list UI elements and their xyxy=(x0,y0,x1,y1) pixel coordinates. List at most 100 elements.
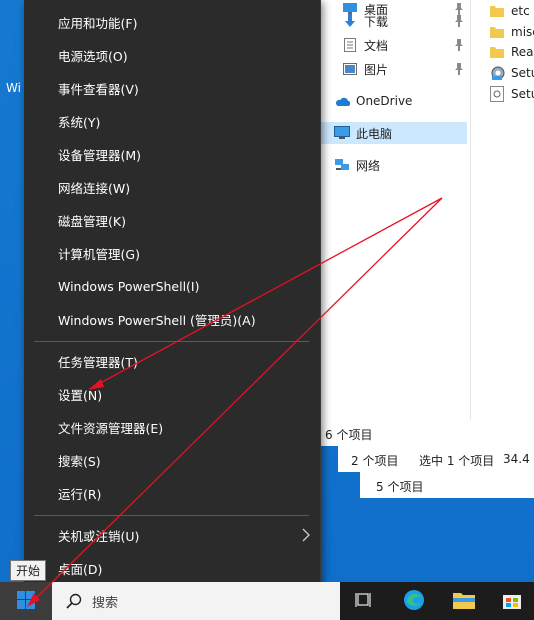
nav-this-pc[interactable]: 此电脑 xyxy=(320,122,467,144)
taskbar: 搜索 xyxy=(0,582,534,620)
menu-item-label: 文件资源管理器(E) xyxy=(58,421,164,436)
menu-item-powershell[interactable]: Windows PowerShell(I) xyxy=(24,270,320,303)
folder-icon xyxy=(490,3,506,19)
menu-separator xyxy=(34,515,309,516)
nav-label: 文档 xyxy=(364,38,389,53)
download-arrow-icon xyxy=(342,13,358,29)
menu-item-settings[interactable]: 设置(N) xyxy=(24,378,320,411)
menu-item-label: 搜索(S) xyxy=(58,454,101,469)
file-name: etc xyxy=(511,4,530,18)
edge-icon xyxy=(403,589,425,614)
nav-downloads[interactable]: 下载 xyxy=(342,10,470,32)
menu-item-label: Windows PowerShell (管理员)(A) xyxy=(58,313,256,328)
menu-item-power-options[interactable]: 电源选项(O) xyxy=(24,39,320,72)
edge-button[interactable] xyxy=(392,582,436,620)
nav-onedrive[interactable]: OneDrive xyxy=(334,90,470,112)
menu-item-search[interactable]: 搜索(S) xyxy=(24,444,320,477)
task-view-button[interactable] xyxy=(342,582,386,620)
menu-item-shutdown-signout[interactable]: 关机或注销(U) xyxy=(24,519,320,552)
menu-item-label: 任务管理器(T) xyxy=(58,355,138,370)
status-item-count: 5 个项目 xyxy=(376,480,424,494)
menu-item-label: 桌面(D) xyxy=(58,562,103,577)
file-explorer-icon xyxy=(453,591,475,612)
menu-item-task-manager[interactable]: 任务管理器(T) xyxy=(24,345,320,378)
start-button[interactable] xyxy=(0,582,52,620)
file-explorer-button[interactable] xyxy=(442,582,486,620)
desktop-icon-label[interactable]: Wi xyxy=(6,81,21,95)
menu-item-desktop[interactable]: 桌面(D) xyxy=(24,552,320,585)
menu-item-run[interactable]: 运行(R) xyxy=(24,477,320,510)
cloud-icon xyxy=(334,93,350,109)
file-name: Read xyxy=(511,45,534,59)
file-item[interactable]: misc xyxy=(490,22,534,42)
menu-item-label: 电源选项(O) xyxy=(58,49,128,64)
menu-item-file-explorer[interactable]: 文件资源管理器(E) xyxy=(24,411,320,444)
pin-icon xyxy=(454,63,464,75)
menu-item-label: 关机或注销(U) xyxy=(58,529,140,544)
menu-item-label: 系统(Y) xyxy=(58,115,101,130)
nav-pictures[interactable]: 图片 xyxy=(342,58,470,80)
menu-item-label: 设置(N) xyxy=(58,388,103,403)
file-item[interactable]: Setu xyxy=(490,63,534,83)
menu-item-label: Windows PowerShell(I) xyxy=(58,279,200,294)
menu-item-label: 设备管理器(M) xyxy=(58,148,142,163)
nav-label: OneDrive xyxy=(356,94,413,108)
file-name: Setu xyxy=(511,87,534,101)
file-item[interactable]: Read xyxy=(490,42,534,62)
file-name: Setu xyxy=(511,66,534,80)
menu-separator xyxy=(34,341,309,342)
taskbar-search-box[interactable]: 搜索 xyxy=(52,582,340,620)
nav-label: 此电脑 xyxy=(356,126,393,141)
explorer-window-back1: 2 个项目 选中 1 个项目 34.4 xyxy=(338,446,534,472)
store-button[interactable] xyxy=(490,582,534,620)
status-bar: 6 个项目 xyxy=(320,424,534,444)
nav-label: 下载 xyxy=(364,14,389,29)
file-explorer-window: 桌面 下载 文档 图片 OneDrive 此电脑 网络 etc mis Rea … xyxy=(320,0,534,446)
nav-label: 图片 xyxy=(364,62,389,77)
menu-item-computer-management[interactable]: 计算机管理(G) xyxy=(24,237,320,270)
menu-item-device-manager[interactable]: 设备管理器(M) xyxy=(24,138,320,171)
menu-item-label: 事件查看器(V) xyxy=(58,82,139,97)
file-name: misc xyxy=(511,25,534,39)
nav-label: 网络 xyxy=(356,158,381,173)
pin-icon xyxy=(454,15,464,27)
store-icon xyxy=(502,590,522,613)
start-tooltip: 开始 xyxy=(10,560,47,581)
status-selected-count: 选中 1 个项目 xyxy=(419,454,495,468)
nav-network[interactable]: 网络 xyxy=(334,154,470,176)
status-item-count: 6 个项目 xyxy=(325,427,373,442)
file-item[interactable]: etc xyxy=(490,1,530,21)
winx-context-menu: 应用和功能(F) 电源选项(O) 事件查看器(V) 系统(Y) 设备管理器(M)… xyxy=(24,0,321,596)
computer-icon xyxy=(334,125,350,141)
status-item-count: 2 个项目 xyxy=(351,454,399,468)
picture-icon xyxy=(342,61,358,77)
setup-gear-icon xyxy=(490,65,506,81)
menu-item-disk-management[interactable]: 磁盘管理(K) xyxy=(24,204,320,237)
search-placeholder: 搜索 xyxy=(92,595,119,611)
pane-divider[interactable] xyxy=(470,0,471,420)
menu-item-system[interactable]: 系统(Y) xyxy=(24,105,320,138)
folder-icon xyxy=(490,24,506,40)
network-icon xyxy=(334,157,350,173)
chevron-right-icon xyxy=(302,528,310,546)
file-item[interactable]: Setu xyxy=(490,84,534,104)
search-icon xyxy=(66,593,82,609)
menu-item-label: 应用和功能(F) xyxy=(58,16,138,31)
document-icon xyxy=(342,37,358,53)
status-selected-size: 34.4 xyxy=(503,452,530,466)
task-view-icon xyxy=(355,592,373,611)
pin-icon xyxy=(454,39,464,51)
menu-item-event-viewer[interactable]: 事件查看器(V) xyxy=(24,72,320,105)
menu-item-label: 网络连接(W) xyxy=(58,181,131,196)
setup-file-icon xyxy=(490,86,506,102)
menu-item-label: 运行(R) xyxy=(58,487,102,502)
explorer-window-back2: 5 个项目 xyxy=(360,472,534,498)
menu-item-powershell-admin[interactable]: Windows PowerShell (管理员)(A) xyxy=(24,303,320,336)
menu-item-network-connections[interactable]: 网络连接(W) xyxy=(24,171,320,204)
windows-logo-icon xyxy=(17,590,35,612)
menu-item-apps-features[interactable]: 应用和功能(F) xyxy=(24,6,320,39)
nav-documents[interactable]: 文档 xyxy=(342,34,470,56)
navigation-pane: 桌面 下载 文档 图片 OneDrive 此电脑 网络 xyxy=(320,0,470,420)
folder-icon xyxy=(490,44,506,60)
menu-item-label: 磁盘管理(K) xyxy=(58,214,126,229)
